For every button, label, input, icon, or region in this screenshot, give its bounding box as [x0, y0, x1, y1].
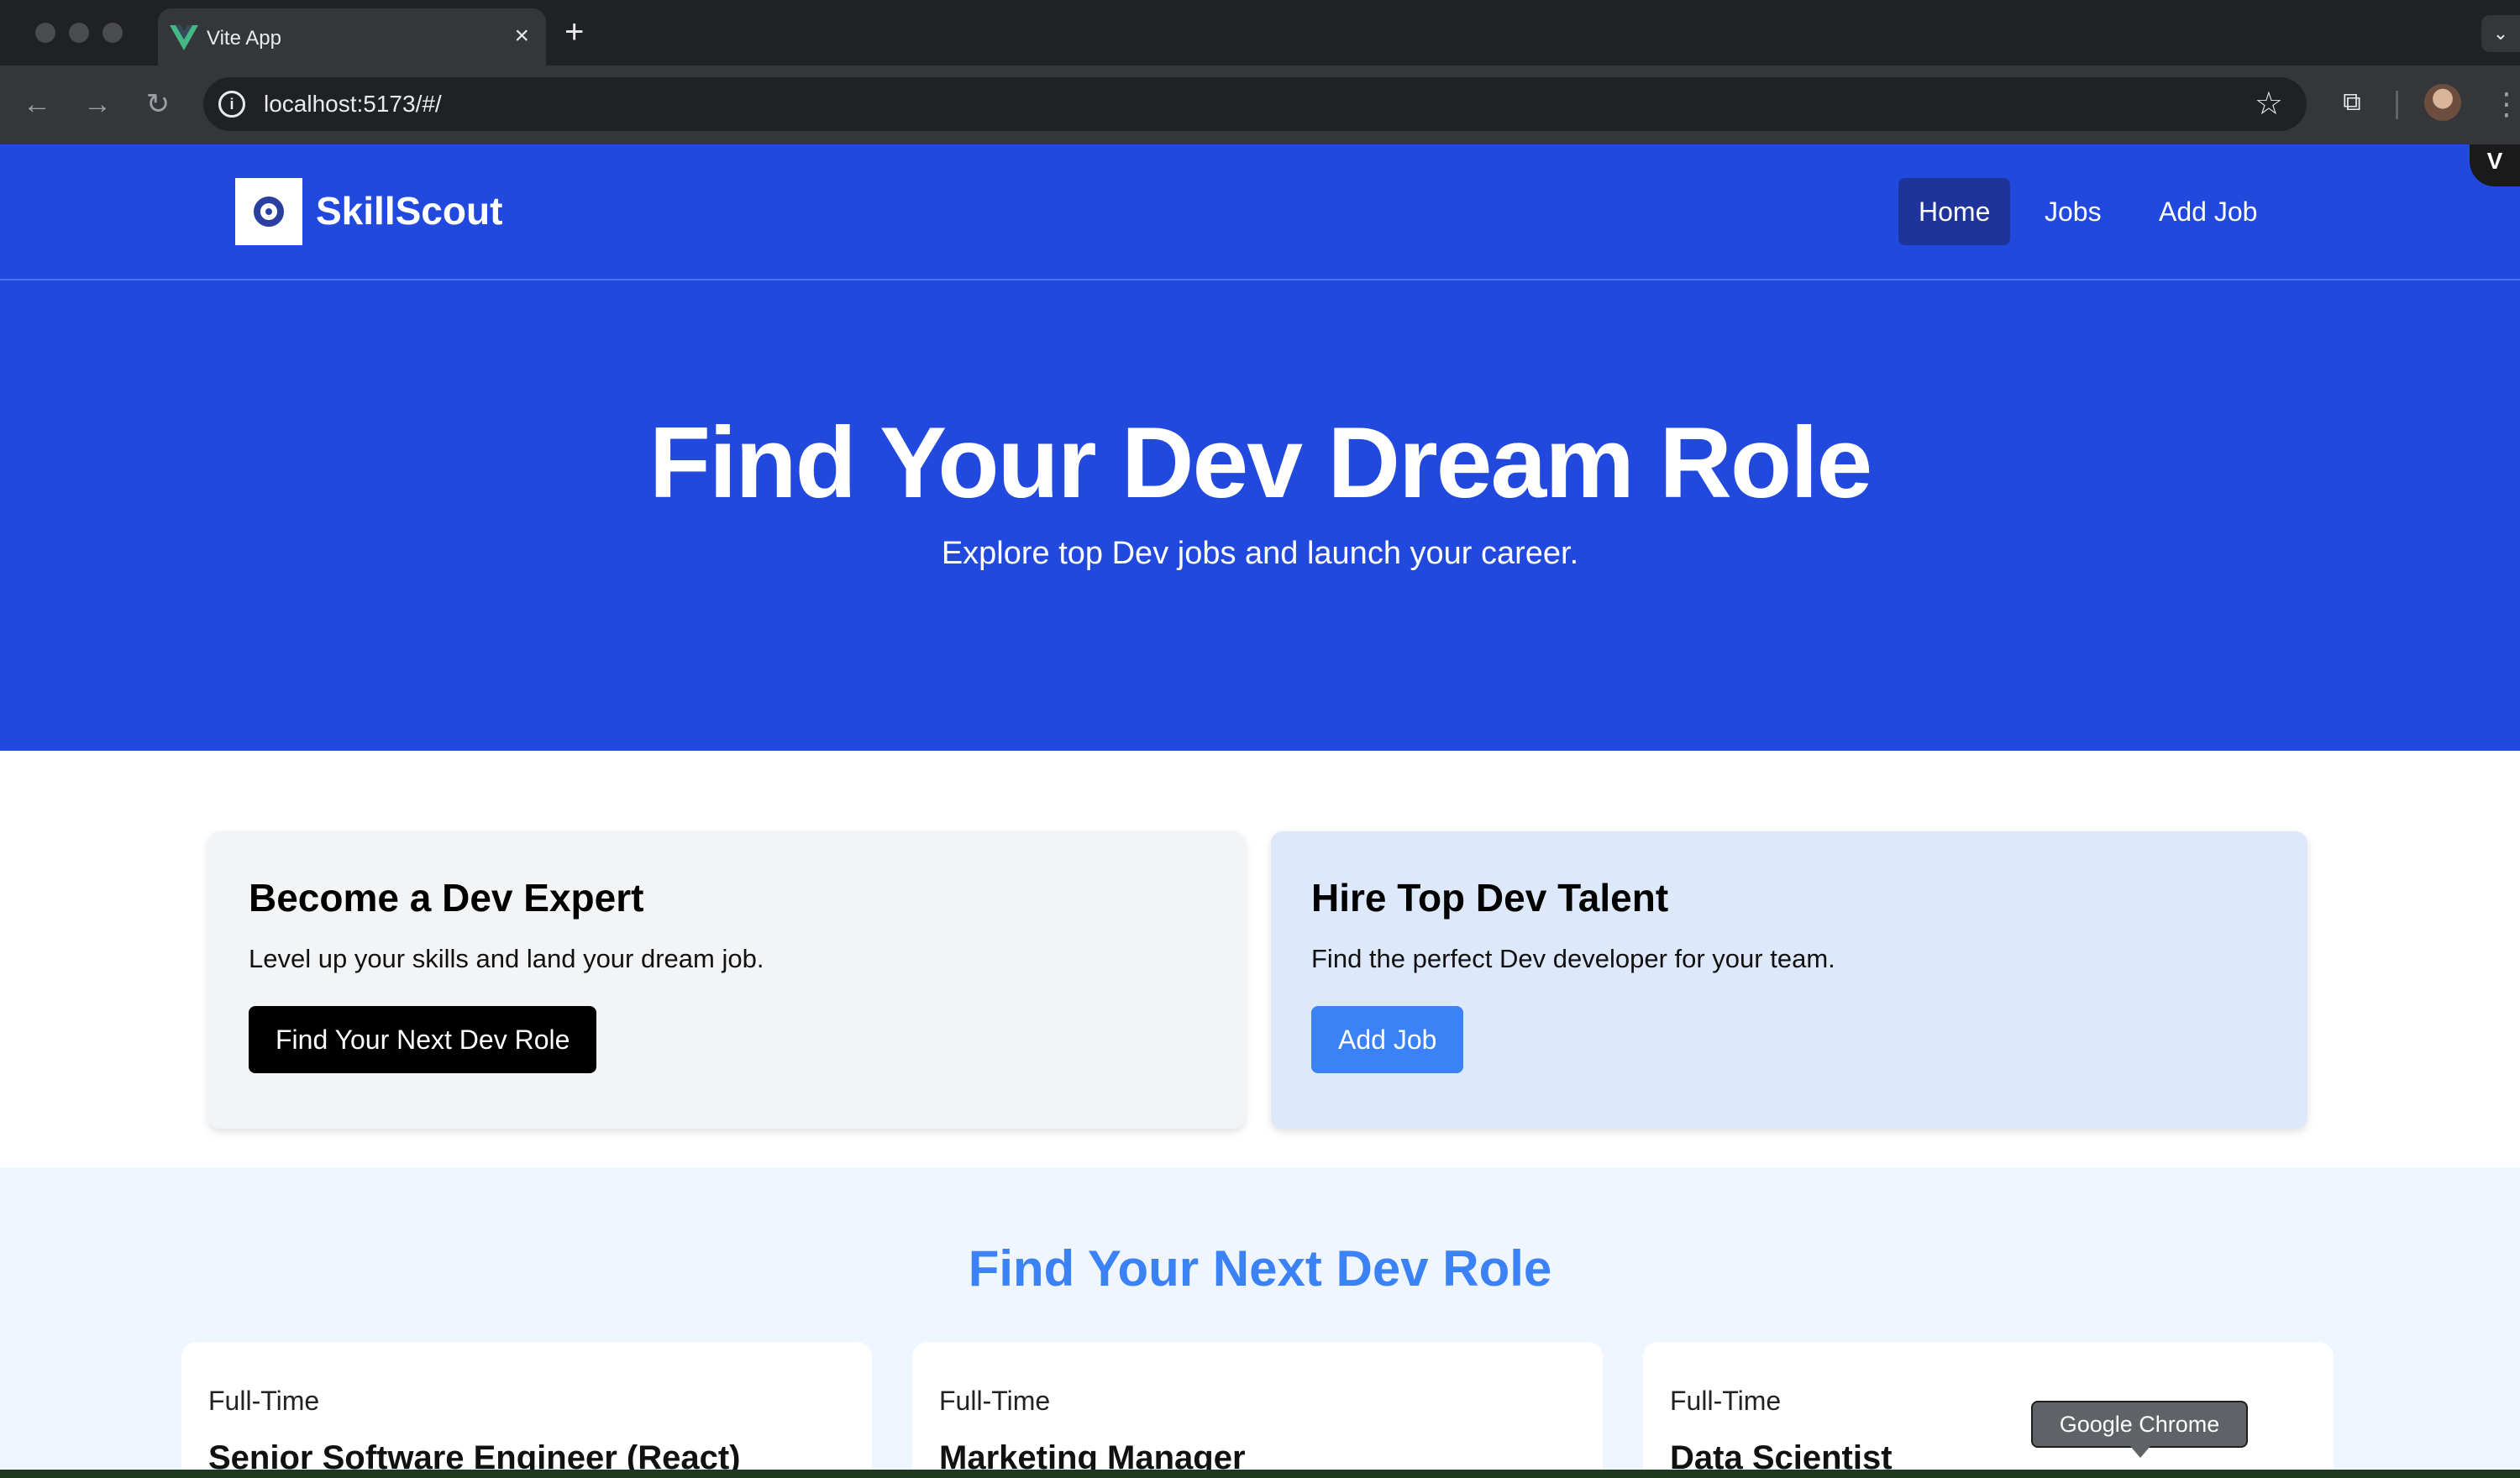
tooltip: Google Chrome [2031, 1401, 2248, 1448]
browser-toolbar: ← → ↻ i localhost:5173/#/ ☆ ⧉ ⋮ [0, 66, 2520, 144]
tab-search-icon[interactable]: ⌄ [2481, 15, 2520, 52]
page-viewport: SkillScout Home Jobs Add Job Find Your D… [0, 144, 2520, 1478]
browser-tab[interactable]: Vite App × [158, 8, 546, 66]
bookmark-star-icon[interactable]: ☆ [2255, 86, 2283, 123]
url-text[interactable]: localhost:5173/#/ [264, 91, 442, 118]
job-card[interactable]: Full-Time Senior Software Engineer (Reac… [181, 1342, 872, 1478]
tab-close-icon[interactable]: × [514, 22, 529, 50]
desktop-edge [0, 1470, 2520, 1478]
developer-card: Become a Dev Expert Level up your skills… [208, 831, 1245, 1129]
address-bar[interactable]: i localhost:5173/#/ ☆ [203, 77, 2307, 131]
listings-title: Find Your Next Dev Role [968, 1240, 1552, 1297]
minimize-window-button[interactable] [69, 23, 89, 43]
chrome-menu-icon[interactable]: ⋮ [2491, 84, 2520, 124]
back-arrow-icon[interactable]: ← [17, 84, 57, 124]
job-card[interactable]: Full-Time Marketing Manager [912, 1342, 1603, 1478]
job-type: Full-Time [1670, 1386, 1782, 1416]
tooltip-arrow [2130, 1446, 2150, 1458]
reload-icon[interactable]: ↻ [138, 84, 178, 124]
employer-card: Hire Top Dev Talent Find the perfect Dev… [1271, 831, 2307, 1129]
nav-link-home[interactable]: Home [1898, 178, 2011, 245]
site-info-icon[interactable]: i [218, 91, 245, 118]
card-title: Become a Dev Expert [249, 876, 644, 920]
extensions-puzzle-icon[interactable]: ⧉ [2335, 86, 2369, 119]
find-next-role-button[interactable]: Find Your Next Dev Role [249, 1006, 597, 1073]
job-type: Full-Time [208, 1386, 320, 1416]
forward-arrow-icon[interactable]: → [77, 84, 118, 124]
logo-icon[interactable] [235, 178, 302, 245]
browser-tab-bar: Vite App × + ⌄ [0, 0, 2520, 66]
card-title: Hire Top Dev Talent [1311, 876, 1669, 920]
site-navbar: SkillScout Home Jobs Add Job [0, 144, 2520, 280]
card-text: Level up your skills and land your dream… [249, 944, 764, 973]
maximize-window-button[interactable] [102, 23, 123, 43]
hero-section: Find Your Dev Dream Role Explore top Dev… [0, 280, 2520, 751]
job-type: Full-Time [939, 1386, 1051, 1416]
tab-title: Vite App [207, 27, 281, 50]
nav-link-add-job[interactable]: Add Job [2139, 178, 2277, 245]
hero-title: Find Your Dev Dream Role [648, 406, 1873, 519]
nav-link-jobs[interactable]: Jobs [2024, 178, 2122, 245]
card-text: Find the perfect Dev developer for your … [1311, 944, 1835, 973]
toolbar-divider [2396, 91, 2398, 119]
hero-subtitle: Explore top Dev jobs and launch your car… [941, 536, 1579, 571]
close-window-button[interactable] [35, 23, 55, 43]
vue-logo-icon [170, 25, 198, 50]
add-job-button[interactable]: Add Job [1311, 1006, 1464, 1073]
brand-name[interactable]: SkillScout [316, 188, 502, 233]
new-tab-button[interactable]: + [564, 12, 584, 52]
profile-avatar[interactable] [2424, 84, 2461, 121]
